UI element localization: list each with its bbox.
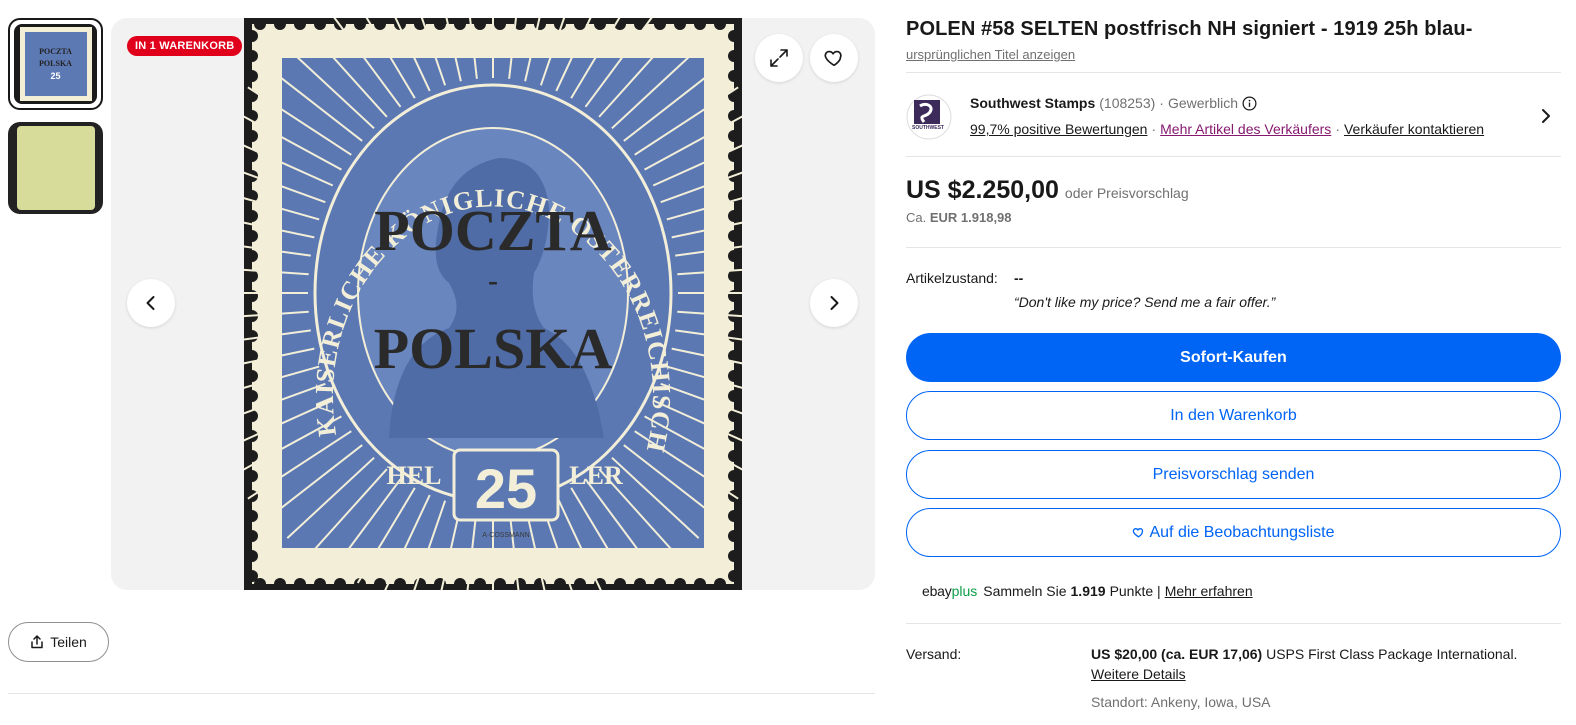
plus-text-prefix: Sammeln Sie [983,583,1067,599]
stamp-heller-right: LER [569,461,623,490]
item-location: Standort: Ankeny, Iowa, USA [1091,694,1271,710]
seller-logo[interactable]: SOUTHWEST [906,94,952,140]
share-label: Teilen [50,634,87,650]
divider [906,72,1561,73]
image-gallery: KAISERLICHE KÖNIGLICHE ÖSTERREICHISCHE P… [111,18,875,590]
share-button[interactable]: Teilen [8,622,109,662]
stamp-value: 25 [475,457,537,520]
seller-note: “Don't like my price? Send me a fair off… [1014,294,1276,310]
thumbnail-value: 25 [50,71,61,81]
seller-info: Southwest Stamps (108253) · Gewerblich [970,95,1257,111]
price-block: US $2.250,00 oder Preisvorschlag [906,176,1189,205]
condition-value: -- [1014,270,1024,286]
make-offer-button[interactable]: Preisvorschlag senden [906,450,1561,499]
thumbnail-1[interactable]: POCZTA POLSKA 25 [8,18,103,110]
add-to-cart-button[interactable]: In den Warenkorb [906,391,1561,440]
add-to-watchlist-button[interactable]: Auf die Beobachtungsliste [906,508,1561,557]
thumbnail-stamp-back-image [8,122,103,214]
seller-type: Gewerblich [1167,95,1238,111]
more-items-link[interactable]: Mehr Artikel des Verkäufers [1160,121,1331,137]
heart-icon [824,50,842,67]
in-cart-badge: IN 1 WARENKORB [127,36,243,56]
seller-links: 99,7% positive Bewertungen · Mehr Artikel … [970,121,1485,137]
ebay-plus-logo: ebayplus [922,583,978,599]
divider [906,623,1561,624]
previous-image-button[interactable] [127,279,175,327]
watch-heart-button[interactable] [810,34,858,82]
overprint-line-2: POLSKA [374,316,613,381]
seller-feedback-count: (108253) [1099,95,1156,111]
shipping-price: US $20,00 (ca. EUR 17,06) [1091,646,1263,662]
thumbnail-stamp-front-image: POCZTA POLSKA 25 [14,24,97,104]
stamp-heller-left: HEL [387,461,442,490]
share-icon [31,635,43,649]
approx-value: EUR 1.918,98 [929,210,1012,225]
learn-more-link[interactable]: Mehr erfahren [1165,583,1253,599]
heart-icon [1133,528,1144,538]
price-conversion: Ca. EUR 1.918,98 [906,210,1012,225]
shipping-value: US $20,00 (ca. EUR 17,06) USPS First Cla… [1091,646,1517,662]
seller-details-chevron[interactable] [1539,106,1553,131]
thumbnail-overprint-1: POCZTA [39,47,72,56]
thumbnail-overprint-2: POLSKA [39,59,72,68]
contact-seller-link[interactable]: Verkäufer kontaktieren [1344,121,1484,137]
shipping-service: USPS First Class Package International. [1266,646,1518,662]
divider [906,156,1561,157]
shipping-details-link[interactable]: Weitere Details [1091,666,1186,682]
chevron-right-icon [1542,109,1550,123]
svg-text:SOUTHWEST: SOUTHWEST [912,125,944,131]
next-image-button[interactable] [810,279,858,327]
divider [906,247,1561,248]
shipping-label: Versand: [906,646,962,662]
fullscreen-button[interactable] [755,34,803,82]
stamp-engraver: A·COSSMANN [482,532,529,539]
overprint-line-1: POCZTA [374,198,611,263]
plus-points: 1.919 [1070,583,1106,599]
expand-icon [770,49,788,67]
price-amount: US $2.250,00 [906,176,1059,204]
or-offer-text: oder Preisvorschlag [1064,185,1189,201]
item-title: POLEN #58 SELTEN postfrisch NH signiert … [906,18,1473,40]
approx-prefix: Ca. [906,210,927,225]
ebay-plus-banner: ebayplus Sammeln Sie 1.919 Punkte | Mehr… [922,583,1253,599]
info-icon[interactable] [1242,96,1257,111]
condition-label: Artikelzustand: [906,270,998,286]
stamp-image[interactable]: KAISERLICHE KÖNIGLICHE ÖSTERREICHISCHE P… [244,18,742,590]
original-title-link[interactable]: ursprünglichen Titel anzeigen [906,47,1075,62]
buy-now-button[interactable]: Sofort-Kaufen [906,333,1561,382]
plus-text-suffix: Punkte | [1109,583,1161,599]
separator-dot: · [1159,95,1164,111]
chevron-left-icon [146,296,155,310]
chevron-right-icon [830,296,839,310]
watchlist-label: Auf die Beobachtungsliste [1149,523,1335,541]
positive-feedback-link[interactable]: 99,7% positive Bewertungen [970,121,1147,137]
seller-name[interactable]: Southwest Stamps [970,95,1095,111]
thumbnail-2[interactable] [8,122,103,214]
svg-text:-: - [488,264,498,297]
divider [8,693,875,694]
